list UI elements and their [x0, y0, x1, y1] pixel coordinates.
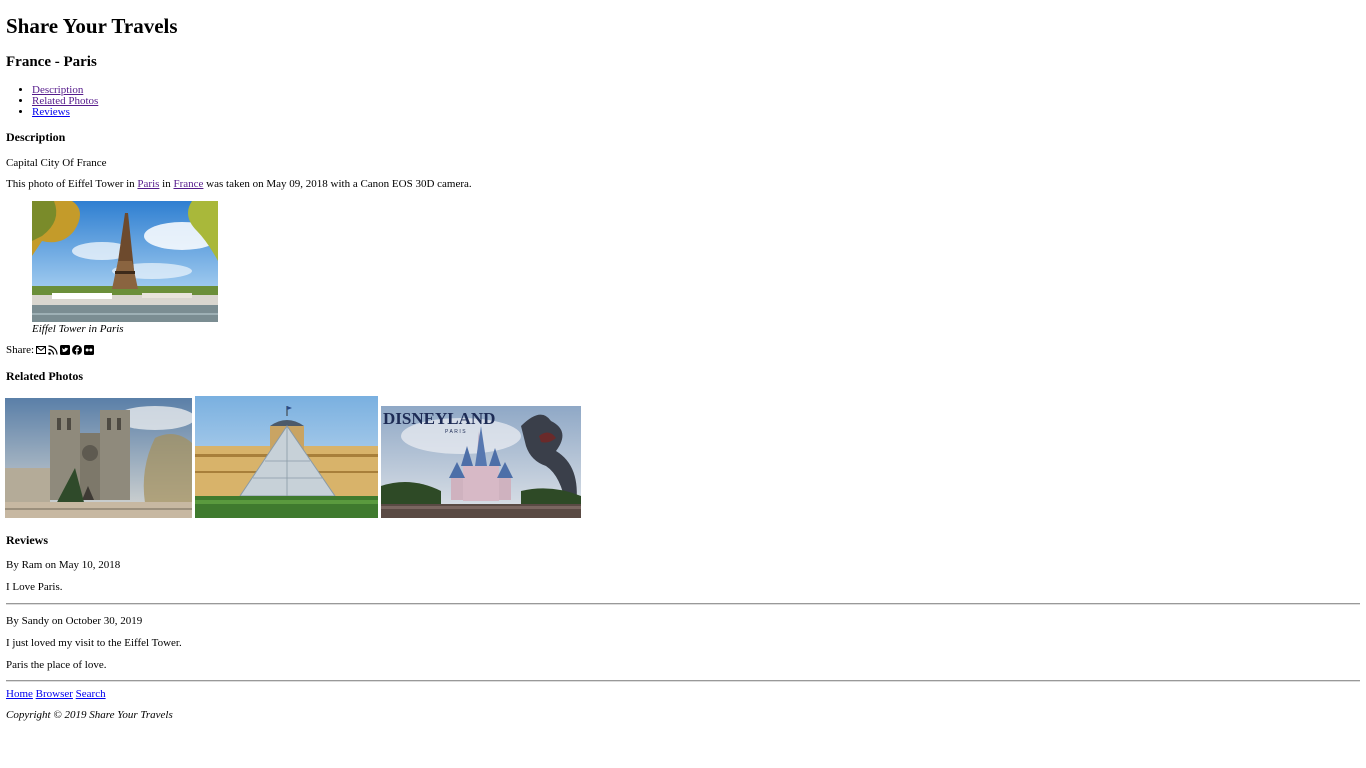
- city-link[interactable]: Paris: [137, 178, 159, 190]
- share-bar: Share:: [6, 344, 95, 356]
- review-2-text-1: I just loved my visit to the Eiffel Towe…: [6, 637, 182, 649]
- envelope-icon[interactable]: [36, 345, 47, 355]
- footer-nav: Home Browser Search: [6, 688, 106, 700]
- nav-link-reviews[interactable]: Reviews: [32, 106, 70, 118]
- review-divider: [6, 603, 1360, 605]
- review-1-text: I Love Paris.: [6, 581, 63, 593]
- facebook-icon[interactable]: [72, 345, 83, 355]
- louvre-pyramid-photo[interactable]: [195, 396, 378, 518]
- twitter-icon[interactable]: [60, 345, 71, 355]
- footer-link-browser[interactable]: Browser: [36, 688, 73, 700]
- photo-details-middle: in: [159, 178, 174, 190]
- flickr-icon[interactable]: [84, 345, 95, 355]
- disneyland-logo-sub: PARIS: [445, 429, 467, 435]
- copyright: Copyright © 2019 Share Your Travels: [6, 709, 173, 721]
- site-title: Share Your Travels: [6, 14, 178, 38]
- footer-link-home[interactable]: Home: [6, 688, 33, 700]
- main-photo-figure: Eiffel Tower in Paris: [32, 201, 218, 336]
- eiffel-tower-photo: [32, 201, 218, 322]
- description-heading: Description: [6, 130, 66, 144]
- rss-icon[interactable]: [48, 345, 58, 355]
- photo-details-prefix: This photo of Eiffel Tower in: [6, 178, 138, 190]
- photo-details-suffix: was taken on May 09, 2018 with a Canon E…: [203, 178, 472, 190]
- photo-caption: Eiffel Tower in Paris: [32, 323, 124, 335]
- description-subtitle: Capital City Of France: [6, 157, 107, 169]
- footer-link-search[interactable]: Search: [76, 688, 106, 700]
- notre-dame-photo[interactable]: [5, 398, 192, 518]
- country-link[interactable]: France: [173, 178, 203, 190]
- photo-details: This photo of Eiffel Tower in Paris in F…: [6, 178, 472, 191]
- review-2-byline: By Sandy on October 30, 2019: [6, 615, 143, 627]
- review-1-byline: By Ram on May 10, 2018: [6, 559, 121, 571]
- disneyland-logo-text: DISNEYLAND: [383, 409, 495, 428]
- review-2-text-2: Paris the place of love.: [6, 659, 107, 671]
- related-photos-strip: DISNEYLAND PARIS: [5, 396, 581, 518]
- reviews-heading: Reviews: [6, 533, 48, 547]
- related-photos-heading: Related Photos: [6, 369, 83, 383]
- disneyland-castle-photo[interactable]: DISNEYLAND PARIS: [381, 406, 581, 518]
- nav-item-reviews: Reviews: [32, 107, 98, 118]
- footer-divider: [6, 680, 1360, 682]
- page-heading: France - Paris: [6, 54, 97, 70]
- section-nav: Description Related Photos Reviews: [0, 85, 98, 118]
- share-label: Share:: [6, 344, 35, 356]
